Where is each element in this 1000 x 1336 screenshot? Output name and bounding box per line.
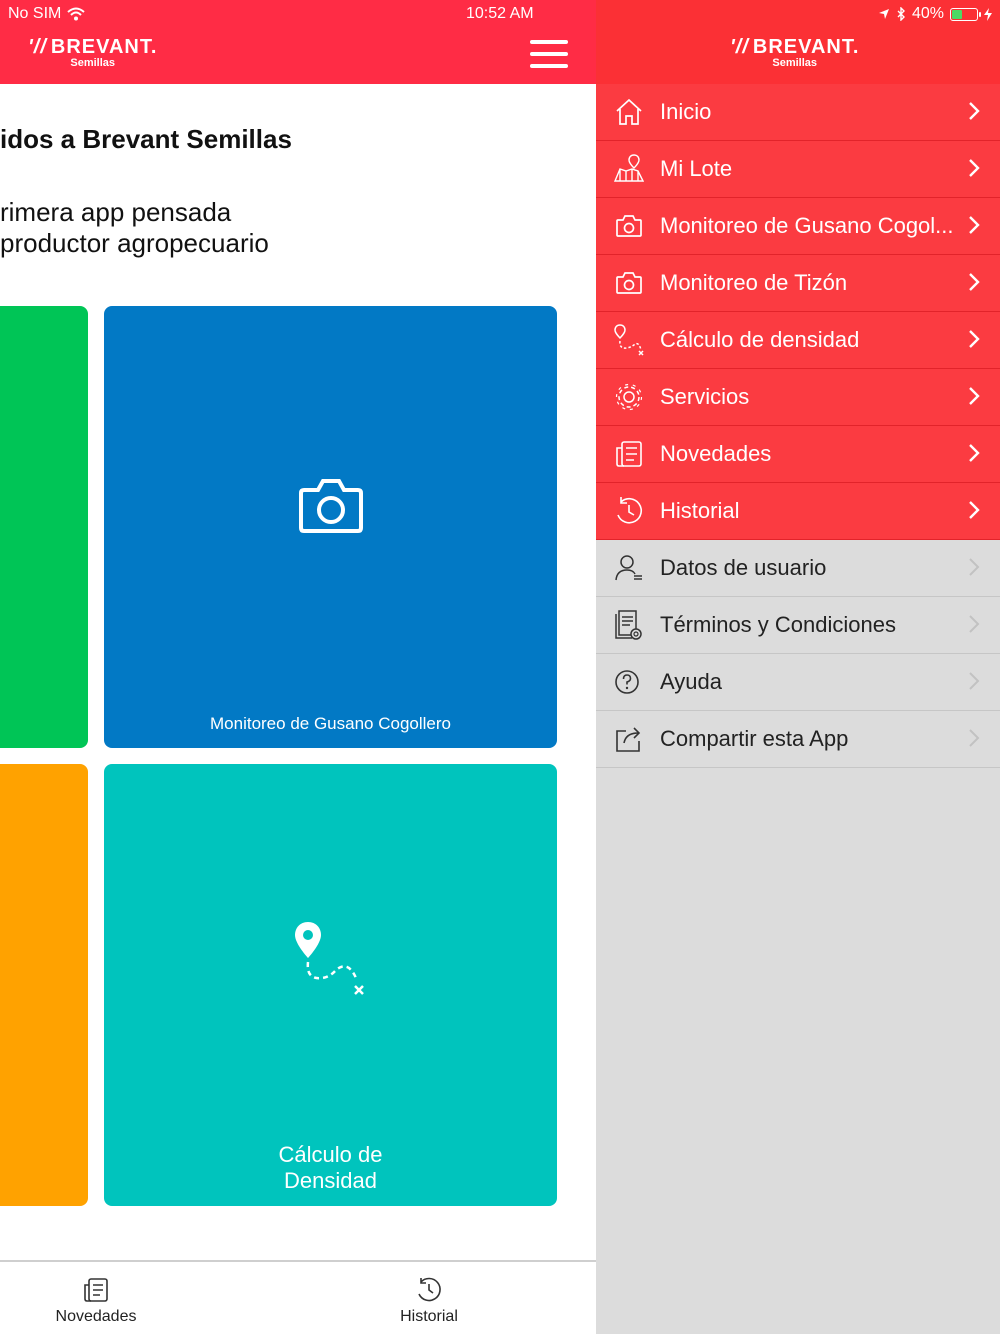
chevron-right-icon xyxy=(969,558,980,576)
route-pin-icon xyxy=(295,922,364,995)
menu-header: '//BREVANT. Semillas xyxy=(596,26,1000,84)
battery-percent: 40% xyxy=(911,5,944,22)
menu-item-label: Monitoreo de Gusano Cogol... xyxy=(660,213,954,238)
brand-logo: '//BREVANT. Semillas xyxy=(730,36,859,69)
menu-item-label: Historial xyxy=(660,498,740,523)
chevron-right-icon xyxy=(969,216,980,234)
carrier-info: No SIM xyxy=(8,5,86,23)
brand-mark-icon: '// xyxy=(730,36,749,58)
location-arrow-icon xyxy=(878,9,889,19)
brand-mark-icon: '// xyxy=(28,36,47,58)
menu-item-novedades[interactable]: Novedades xyxy=(596,426,1000,483)
home-icon xyxy=(616,98,642,125)
carrier-label: No SIM xyxy=(8,5,62,22)
share-icon xyxy=(616,727,641,752)
menu-list: Inicio Mi Lote Monitoreo de Gusano Cogol… xyxy=(596,84,1000,768)
chevron-right-icon xyxy=(969,159,980,177)
menu-item-label: Servicios xyxy=(660,384,750,409)
tile-label: Monitoreo de Gusano Cogollero xyxy=(210,714,451,733)
chevron-right-icon xyxy=(969,330,980,348)
tile-label-line-1: Cálculo de xyxy=(278,1142,383,1167)
menu-item-label: Mi Lote xyxy=(660,156,733,181)
menu-item-label: Novedades xyxy=(660,441,772,466)
document-icon xyxy=(615,610,642,640)
menu-item-terminos[interactable]: Términos y Condiciones xyxy=(596,597,1000,654)
welcome-text: rimera app pensada productor agropecuari… xyxy=(0,197,269,259)
status-bar: No SIM 10:52 AM 40% xyxy=(0,0,1000,26)
brand-name: BREVANT. xyxy=(752,36,860,58)
news-icon xyxy=(84,1278,108,1302)
menu-item-label: Inicio xyxy=(660,99,712,124)
charging-icon xyxy=(984,7,992,21)
tile-monitoreo-gusano[interactable]: Monitoreo de Gusano Cogollero xyxy=(104,306,557,748)
tab-novedades[interactable]: Novedades xyxy=(16,1276,176,1326)
tile-calculo-densidad[interactable]: Cálculo de Densidad xyxy=(104,764,557,1206)
brand-logo: '//BREVANT. Semillas xyxy=(28,36,157,69)
menu-item-label: Compartir esta App xyxy=(660,726,849,751)
map-pin-icon xyxy=(614,154,644,182)
battery-icon xyxy=(950,7,981,21)
side-menu: '//BREVANT. Semillas Inicio Mi Lote Moni… xyxy=(596,26,1000,1334)
menu-item-monitoreo-tizon[interactable]: Monitoreo de Tizón xyxy=(596,255,1000,312)
chevron-right-icon xyxy=(969,672,980,690)
menu-item-inicio[interactable]: Inicio xyxy=(596,84,1000,141)
gear-icon xyxy=(615,383,643,411)
chevron-right-icon xyxy=(969,444,980,462)
camera-icon xyxy=(616,215,642,237)
brand-name: BREVANT. xyxy=(50,36,158,58)
menu-toggle-button[interactable] xyxy=(530,40,568,68)
menu-item-label: Datos de usuario xyxy=(660,555,827,580)
app-header: '//BREVANT. Semillas xyxy=(0,26,596,84)
camera-icon xyxy=(299,479,363,533)
chevron-right-icon xyxy=(969,729,980,747)
menu-item-servicios[interactable]: Servicios xyxy=(596,369,1000,426)
help-icon xyxy=(615,670,639,694)
tab-label: Novedades xyxy=(55,1308,137,1325)
menu-item-mi-lote[interactable]: Mi Lote xyxy=(596,141,1000,198)
menu-item-calculo-densidad[interactable]: Cálculo de densidad xyxy=(596,312,1000,369)
tile-label: Cálculo de Densidad xyxy=(104,1142,557,1194)
menu-item-compartir[interactable]: Compartir esta App xyxy=(596,711,1000,768)
chevron-right-icon xyxy=(969,615,980,633)
history-icon xyxy=(418,1277,441,1302)
tile-green[interactable] xyxy=(0,306,88,748)
bluetooth-icon xyxy=(897,7,905,21)
menu-item-monitoreo-gusano[interactable]: Monitoreo de Gusano Cogol... xyxy=(596,198,1000,255)
menu-item-label: Monitoreo de Tizón xyxy=(660,270,848,295)
menu-item-ayuda[interactable]: Ayuda xyxy=(596,654,1000,711)
tile-orange[interactable] xyxy=(0,764,88,1206)
chevron-right-icon xyxy=(969,501,980,519)
clock: 10:52 AM xyxy=(466,5,534,22)
menu-item-datos-usuario[interactable]: Datos de usuario xyxy=(596,540,1000,597)
chevron-right-icon xyxy=(969,273,980,291)
tab-label: Historial xyxy=(400,1308,458,1325)
menu-item-label: Términos y Condiciones xyxy=(660,612,896,637)
status-right: 40% xyxy=(878,5,992,23)
wifi-icon xyxy=(67,7,86,21)
news-icon xyxy=(616,441,642,467)
history-icon xyxy=(617,497,643,524)
route-pin-icon xyxy=(614,324,644,356)
tab-bar: Novedades Historial xyxy=(0,1260,596,1336)
chevron-right-icon xyxy=(969,102,980,120)
welcome-title: idos a Brevant Semillas xyxy=(0,124,292,154)
menu-item-label: Ayuda xyxy=(660,669,722,694)
camera-icon xyxy=(616,272,642,294)
welcome-line-1: rimera app pensada xyxy=(0,197,232,227)
tab-historial[interactable]: Historial xyxy=(349,1276,509,1326)
welcome-line-2: productor agropecuario xyxy=(0,228,269,258)
chevron-right-icon xyxy=(969,387,980,405)
tile-label-line-2: Densidad xyxy=(284,1168,377,1193)
menu-item-label: Cálculo de densidad xyxy=(660,327,860,352)
user-icon xyxy=(615,555,642,581)
menu-item-historial[interactable]: Historial xyxy=(596,483,1000,540)
